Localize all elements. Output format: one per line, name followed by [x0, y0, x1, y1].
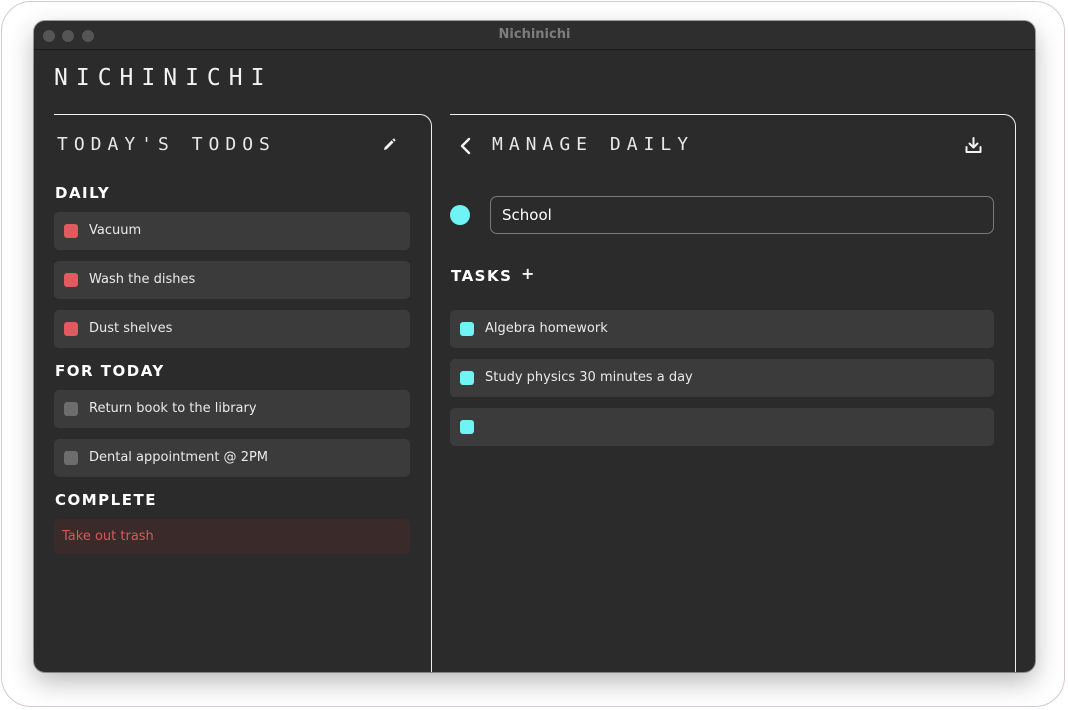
complete-section-label: COMPLETE	[55, 491, 157, 509]
task-item[interactable]: Study physics 30 minutes a day	[450, 359, 994, 397]
todo-label: Return book to the library	[89, 401, 257, 416]
back-button[interactable]	[458, 137, 474, 155]
add-task-button[interactable]: +	[521, 264, 534, 283]
todo-checkbox[interactable]	[64, 402, 78, 416]
app-window: Nichinichi NICHINICHI TODAY'S TODOS DAIL…	[34, 21, 1035, 672]
title-bar: Nichinichi	[34, 21, 1035, 50]
group-color-picker[interactable]	[450, 205, 470, 225]
completed-todo-item[interactable]: Take out trash	[54, 519, 410, 554]
tasks-section-label: TASKS	[451, 267, 513, 285]
todo-label: Dental appointment @ 2PM	[89, 450, 269, 465]
todo-item[interactable]: Vacuum	[54, 212, 410, 250]
app-brand: NICHINICHI	[54, 65, 273, 91]
todo-checkbox[interactable]	[64, 451, 78, 465]
daily-section-label: DAILY	[55, 184, 111, 202]
todo-label: Wash the dishes	[89, 272, 196, 287]
daily-checkbox[interactable]	[64, 273, 78, 287]
todo-item[interactable]: Dental appointment @ 2PM	[54, 439, 410, 477]
todays-todos-title: TODAY'S TODOS	[57, 134, 276, 155]
export-button[interactable]	[964, 136, 983, 155]
task-color-checkbox[interactable]	[460, 371, 474, 385]
group-name-input[interactable]	[490, 196, 994, 234]
pencil-icon	[384, 138, 396, 150]
for-today-section-label: FOR TODAY	[55, 362, 165, 380]
download-icon	[965, 137, 982, 153]
manage-daily-title: MANAGE DAILY	[492, 134, 695, 155]
task-color-checkbox[interactable]	[460, 322, 474, 336]
new-task-item[interactable]	[450, 408, 994, 446]
task-label: Study physics 30 minutes a day	[485, 370, 693, 385]
plus-icon: +	[521, 264, 535, 283]
edit-button[interactable]	[381, 137, 397, 153]
todo-item[interactable]: Return book to the library	[54, 390, 410, 428]
todo-label: Dust shelves	[89, 321, 173, 336]
window-title: Nichinichi	[498, 27, 571, 42]
daily-checkbox[interactable]	[64, 224, 78, 238]
chevron-left-icon	[460, 137, 471, 155]
task-color-checkbox[interactable]	[460, 420, 474, 434]
todo-item[interactable]: Wash the dishes	[54, 261, 410, 299]
todo-item[interactable]: Dust shelves	[54, 310, 410, 348]
todo-label: Vacuum	[89, 223, 142, 238]
task-label: Algebra homework	[485, 321, 608, 336]
todo-label: Take out trash	[62, 529, 154, 544]
task-item[interactable]: Algebra homework	[450, 310, 994, 348]
daily-checkbox[interactable]	[64, 322, 78, 336]
